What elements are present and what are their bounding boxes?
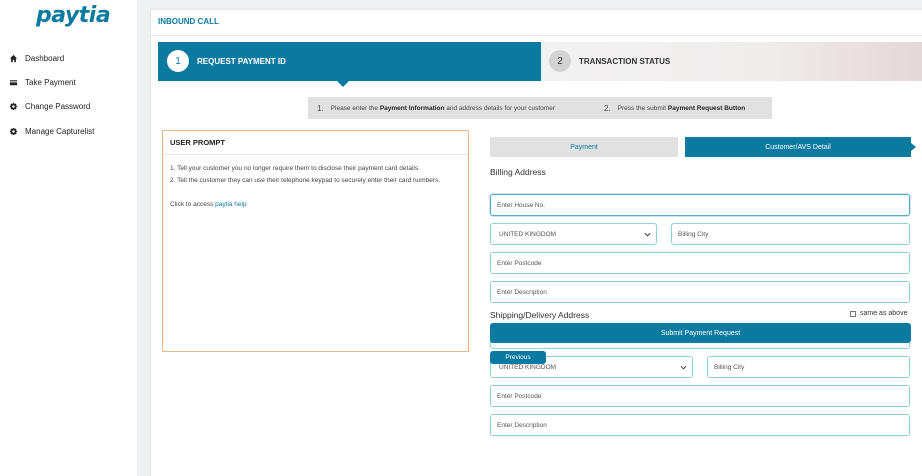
billing-address-title: Billing Address [490, 167, 546, 177]
select-value: UNITED KINGDOM [499, 230, 557, 238]
billing-house-number-input[interactable]: Enter House No. [490, 194, 910, 216]
same-as-above-label: same as above [860, 310, 908, 317]
shipping-city-input[interactable]: Billing City [707, 356, 910, 378]
sidebar-item-label: Manage Capturelist [25, 126, 95, 136]
instruction-text: Please enter the Payment Information and… [330, 104, 556, 112]
credit-card-icon [8, 77, 18, 87]
gear-icon [8, 126, 18, 136]
paytia-help-link[interactable]: paytia help [215, 201, 246, 208]
user-prompt-panel: USER PROMPT 1. Tell your customer you no… [162, 130, 469, 352]
sidebar-item-label: Change Password [25, 101, 91, 111]
shipping-postcode-input[interactable]: Enter Postcode [490, 385, 910, 407]
step-transaction-status[interactable]: 2 TRANSACTION STATUS [541, 42, 922, 81]
tab-payment[interactable]: Payment [490, 137, 678, 157]
chevron-down-icon [680, 364, 687, 371]
user-prompt-body: 1. Tell your customer you no longer requ… [163, 155, 468, 219]
help-access-line: Click to access paytia help [170, 201, 247, 208]
billing-country-select[interactable]: UNITED KINGDOM [490, 223, 657, 245]
sidebar-item-take-payment[interactable]: Take Payment [0, 72, 137, 92]
step-label: TRANSACTION STATUS [579, 57, 671, 66]
billing-city-input[interactable]: Billing City [671, 223, 910, 245]
page-title: INBOUND CALL [158, 17, 219, 26]
step-number: 2 [549, 50, 571, 72]
sidebar-item-label: Take Payment [25, 77, 76, 87]
gear-icon [8, 101, 18, 111]
step-active-pointer [337, 81, 349, 87]
divider [151, 35, 922, 36]
same-as-above-checkbox[interactable] [850, 310, 856, 317]
home-icon [8, 53, 18, 63]
shipping-address-title: Shipping/Delivery Address [490, 310, 590, 320]
tab-customer-avs-detail[interactable]: Customer/AVS Detail [685, 137, 911, 157]
sidebar: paytia Dashboard Take Payment Change Pas… [0, 0, 137, 476]
same-as-above-option[interactable]: same as above [850, 310, 907, 317]
sidebar-item-manage-capturelist[interactable]: Manage Capturelist [0, 121, 137, 141]
billing-description-input[interactable]: Enter Description [490, 281, 910, 303]
instruction-number: 2. [604, 103, 611, 113]
sidebar-item-label: Dashboard [25, 53, 65, 63]
submit-payment-request-button[interactable]: Submit Payment Request [490, 323, 911, 343]
previous-button[interactable]: Previous [490, 351, 546, 364]
instruction-2: 2. Press the submit Payment Request Butt… [595, 97, 772, 119]
step-label: REQUEST PAYMENT ID [197, 57, 286, 66]
prompt-line-1: 1. Tell your customer you no longer requ… [170, 165, 420, 172]
user-prompt-heading: USER PROMPT [163, 131, 468, 155]
chevron-down-icon [644, 231, 651, 238]
instruction-text: Press the submit Payment Request Button [617, 104, 746, 112]
customer-avs-form: Payment Customer/AVS Detail Billing Addr… [482, 130, 916, 476]
instruction-number: 1. [317, 103, 324, 113]
prompt-line-2: 2. Tell the customer they can use their … [170, 177, 441, 184]
step-number: 1 [167, 50, 189, 72]
tab-active-pointer [911, 143, 916, 151]
shipping-description-input[interactable]: Enter Description [490, 414, 910, 436]
step-request-payment-id[interactable]: 1 REQUEST PAYMENT ID [158, 42, 541, 81]
paytia-logo[interactable]: paytia [36, 3, 111, 28]
sidebar-item-change-password[interactable]: Change Password [0, 96, 137, 116]
select-value: UNITED KINGDOM [499, 363, 557, 371]
sidebar-item-dashboard[interactable]: Dashboard [0, 48, 137, 68]
main-panel: INBOUND CALL 1 REQUEST PAYMENT ID 2 TRAN… [150, 9, 922, 476]
billing-postcode-input[interactable]: Enter Postcode [490, 252, 910, 274]
